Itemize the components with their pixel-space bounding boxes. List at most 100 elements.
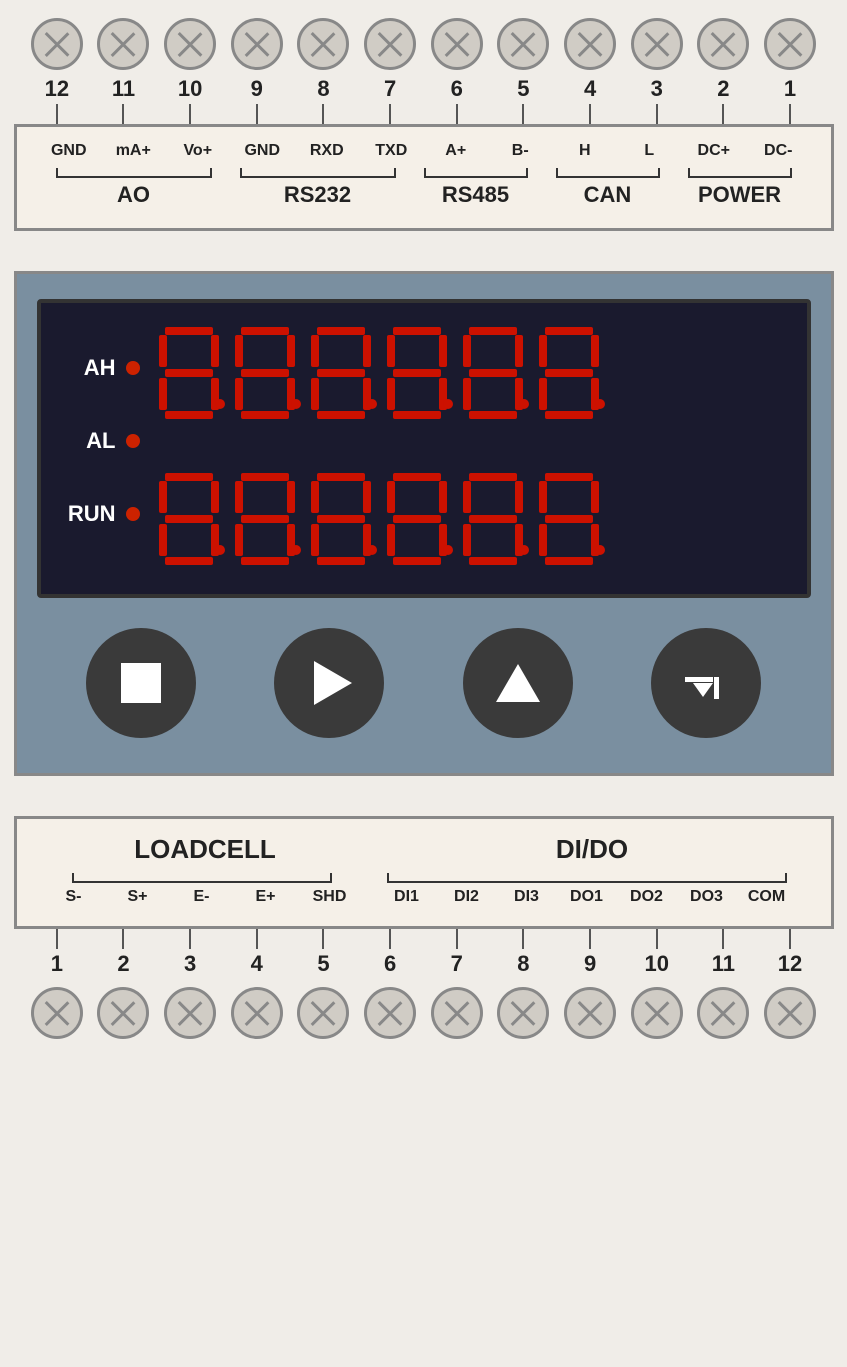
connector-line	[631, 104, 683, 124]
bottom-pin-label: DO1	[561, 888, 613, 906]
decimal-point	[443, 399, 453, 409]
screw-terminal	[364, 987, 416, 1039]
connector-line-inner	[722, 104, 724, 124]
connector-line-inner	[722, 929, 724, 949]
decimal-point	[595, 545, 605, 555]
dido-bracket	[377, 873, 797, 883]
bottom-label-panel: LOADCELL DI/DO	[14, 816, 834, 929]
enter-button[interactable]	[651, 628, 761, 738]
bottom-pin-label: DI1	[381, 888, 433, 906]
connector-line-inner	[589, 104, 591, 124]
decimal-point	[215, 399, 225, 409]
indicator-al	[126, 434, 140, 448]
decimal-point	[519, 545, 529, 555]
connector-line	[764, 104, 816, 124]
connector-line-inner	[656, 929, 658, 949]
terminal-number: 9	[231, 76, 283, 102]
screw-terminal	[697, 987, 749, 1039]
dido-title: DI/DO	[556, 834, 628, 864]
stop-button[interactable]	[86, 628, 196, 738]
connector-line-inner	[656, 104, 658, 124]
decimal-point	[291, 545, 301, 555]
enter-icon-arrow	[693, 683, 713, 697]
connector-line	[364, 104, 416, 124]
screw-terminal	[164, 987, 216, 1039]
terminal-number: 8	[297, 76, 349, 102]
connector-line	[497, 104, 549, 124]
screw-terminal	[364, 18, 416, 70]
screw-terminal	[497, 18, 549, 70]
connector-line-inner	[789, 104, 791, 124]
screw-terminal	[297, 987, 349, 1039]
connector-line-inner	[456, 104, 458, 124]
screw-terminal	[564, 18, 616, 70]
up-button[interactable]	[463, 628, 573, 738]
main-container: 121110987654321 GNDmA+Vo+GNDRXDTXDA+B-HL…	[14, 10, 834, 1043]
connector-line-inner	[56, 929, 58, 949]
seven-segment-digit	[459, 323, 527, 413]
top-pin-label: H	[559, 142, 611, 160]
top-group-name: RS485	[442, 182, 509, 208]
connector-line	[364, 929, 416, 949]
bottom-pin-label: DO3	[681, 888, 733, 906]
connector-line	[164, 104, 216, 124]
screw-terminal	[97, 987, 149, 1039]
top-pin-label: Vo+	[172, 142, 224, 160]
digits-run	[155, 469, 792, 559]
connector-line	[97, 929, 149, 949]
connector-line-inner	[456, 929, 458, 949]
connector-line	[297, 929, 349, 949]
terminal-number: 5	[497, 76, 549, 102]
terminal-number: 2	[697, 76, 749, 102]
connector-line	[631, 929, 683, 949]
connector-line	[297, 104, 349, 124]
connector-line-inner	[389, 929, 391, 949]
terminal-number: 11	[697, 951, 749, 977]
terminal-number: 2	[97, 951, 149, 977]
seven-segment-digit	[535, 469, 603, 559]
top-pin-label: GND	[236, 142, 288, 160]
connector-line-inner	[322, 104, 324, 124]
connector-line-inner	[122, 104, 124, 124]
stop-icon	[121, 663, 161, 703]
terminal-number: 1	[31, 951, 83, 977]
screw-terminal	[231, 18, 283, 70]
connector-line-inner	[589, 929, 591, 949]
screw-terminal	[697, 18, 749, 70]
decimal-point	[595, 399, 605, 409]
indicator-run	[126, 507, 140, 521]
seven-segment-digit	[383, 469, 451, 559]
connector-line	[31, 929, 83, 949]
connector-line	[164, 929, 216, 949]
top-pin-label: DC-	[752, 142, 804, 160]
top-group-block: AO	[56, 168, 212, 208]
connector-line-inner	[789, 929, 791, 949]
spacer-2	[14, 776, 834, 816]
connector-line-inner	[522, 104, 524, 124]
display-row-ah: AH	[56, 323, 792, 413]
play-button[interactable]	[274, 628, 384, 738]
indicator-ah	[126, 361, 140, 375]
connector-line	[231, 929, 283, 949]
display-section: AH AL RUN	[37, 299, 811, 598]
screw-terminal	[431, 987, 483, 1039]
screw-terminal	[31, 987, 83, 1039]
seven-segment-digit	[231, 323, 299, 413]
bottom-pin-label: E-	[176, 888, 228, 906]
display-row-al: AL	[56, 428, 792, 454]
loadcell-pins-section: S-S+E-E+SHD	[42, 888, 362, 906]
buttons-section	[37, 623, 811, 743]
bottom-pin-label: SHD	[304, 888, 356, 906]
terminal-number: 10	[164, 76, 216, 102]
top-group-name: AO	[117, 182, 150, 208]
top-group-name: POWER	[698, 182, 781, 208]
label-ah: AH	[56, 355, 116, 381]
digits-ah	[155, 323, 792, 413]
enter-icon	[685, 667, 727, 699]
bottom-connector-lines	[14, 929, 834, 949]
seven-segment-digit	[307, 323, 375, 413]
connector-line	[497, 929, 549, 949]
terminal-number: 9	[564, 951, 616, 977]
terminal-number: 3	[631, 76, 683, 102]
screw-terminal	[564, 987, 616, 1039]
